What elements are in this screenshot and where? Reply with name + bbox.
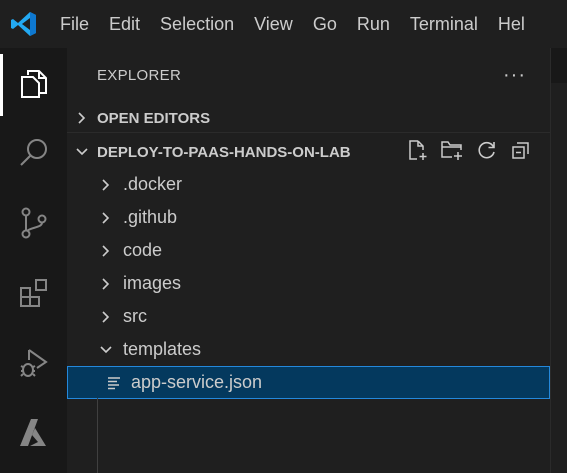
file-lines-icon: [105, 376, 123, 390]
menu-view[interactable]: View: [244, 0, 303, 48]
editor-area: [550, 48, 567, 473]
tree-item-label: templates: [123, 339, 202, 359]
azure-icon: [19, 419, 46, 446]
chevron-right-icon: [95, 244, 117, 258]
folder-section[interactable]: DEPLOY-TO-PAAS-HANDS-ON-LAB: [67, 136, 550, 168]
chevron-down-icon: [67, 146, 97, 158]
new-file-icon[interactable]: [406, 139, 428, 166]
activity-explorer[interactable]: [0, 52, 67, 116]
editor-tab-strip: [551, 48, 567, 83]
vscode-logo-icon: [0, 0, 48, 48]
open-editors-label: OPEN EDITORS: [97, 109, 211, 127]
collapse-all-icon[interactable]: [510, 139, 532, 166]
chevron-right-icon: [95, 277, 117, 291]
chevron-right-icon: [95, 211, 117, 225]
extensions-icon: [19, 279, 47, 307]
tree-item-label: .github: [123, 207, 178, 227]
menu-help[interactable]: Hel: [488, 0, 535, 48]
folder-actions: [406, 136, 532, 168]
chevron-right-icon: [95, 178, 117, 192]
refresh-icon[interactable]: [476, 139, 498, 166]
tree-item-label: images: [123, 273, 182, 293]
chevron-down-icon: [95, 344, 117, 356]
tree-folder-templates[interactable]: templates: [67, 333, 550, 366]
explorer-header: EXPLORER ···: [67, 48, 550, 102]
source-control-icon: [21, 207, 46, 239]
tree-folder-src[interactable]: src: [67, 300, 550, 333]
activity-search[interactable]: [0, 122, 67, 184]
tree-item-label: app-service.json: [131, 372, 263, 392]
tree-item-label: src: [123, 306, 147, 326]
search-icon: [19, 139, 47, 166]
run-debug-icon: [19, 349, 48, 377]
menu-terminal[interactable]: Terminal: [400, 0, 488, 48]
tree-folder-code[interactable]: code: [67, 234, 550, 267]
menu-edit[interactable]: Edit: [99, 0, 150, 48]
tree-folder-images[interactable]: images: [67, 267, 550, 300]
menu-run[interactable]: Run: [347, 0, 400, 48]
menu-bar: File Edit Selection View Go Run Terminal…: [48, 0, 535, 48]
section-divider: [67, 132, 550, 133]
open-editors-section[interactable]: OPEN EDITORS: [67, 102, 550, 134]
tree-file-app-service-json[interactable]: app-service.json: [67, 366, 550, 399]
activity-source-control[interactable]: [0, 192, 67, 254]
tree-folder-docker[interactable]: .docker: [67, 168, 550, 201]
menu-go[interactable]: Go: [303, 0, 347, 48]
title-bar: File Edit Selection View Go Run Terminal…: [0, 0, 567, 48]
tree-item-label: .docker: [123, 174, 183, 194]
more-actions-button[interactable]: ···: [503, 64, 526, 87]
activity-run-debug[interactable]: [0, 332, 67, 394]
activity-azure[interactable]: [0, 402, 67, 464]
explorer-sidebar: EXPLORER ··· OPEN EDITORS DEPLOY-TO-PAAS…: [67, 48, 550, 473]
tree-folder-github[interactable]: .github: [67, 201, 550, 234]
files-icon: [20, 70, 47, 98]
menu-selection[interactable]: Selection: [150, 0, 244, 48]
indent-guide: [97, 398, 98, 473]
chevron-right-icon: [67, 111, 97, 125]
chevron-right-icon: [95, 310, 117, 324]
new-folder-icon[interactable]: [440, 139, 464, 166]
menu-file[interactable]: File: [48, 0, 99, 48]
explorer-title: EXPLORER: [97, 66, 182, 84]
activity-bar: [0, 48, 67, 473]
folder-name: DEPLOY-TO-PAAS-HANDS-ON-LAB: [97, 143, 351, 161]
tree-item-label: code: [123, 240, 163, 260]
activity-extensions[interactable]: [0, 262, 67, 324]
